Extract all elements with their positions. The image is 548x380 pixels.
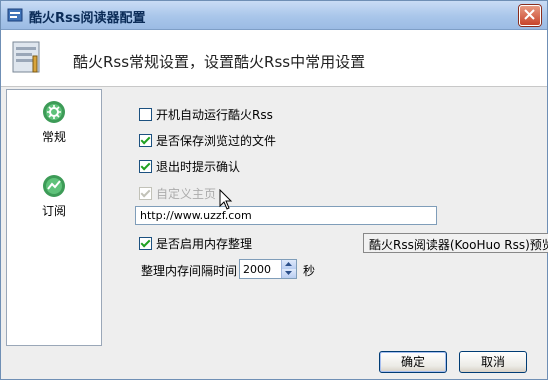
exit-confirm-checkbox[interactable] xyxy=(139,160,152,173)
custom-home-checkbox xyxy=(139,187,152,200)
close-button[interactable] xyxy=(519,5,541,26)
memory-interval-unit: 秒 xyxy=(303,264,316,278)
memory-cleanup-checkbox[interactable] xyxy=(139,237,152,250)
homepage-url-input[interactable] xyxy=(135,206,437,225)
chevron-down-icon xyxy=(285,271,292,275)
custom-home-label: 自定义主页 xyxy=(156,187,217,201)
memory-cleanup-label: 是否启用内存整理 xyxy=(156,237,253,251)
title-bar[interactable]: 酷火Rss阅读器配置 xyxy=(1,1,547,30)
close-icon xyxy=(524,9,535,20)
memory-interval-value[interactable]: 2000 xyxy=(243,263,271,276)
sidebar-item-general[interactable]: 常规 xyxy=(7,100,101,145)
settings-document-icon xyxy=(12,41,40,73)
gear-icon xyxy=(43,101,65,123)
autostart-label: 开机自动运行酷火Rss xyxy=(156,108,273,122)
save-history-label: 是否保存浏览过的文件 xyxy=(156,134,277,148)
header-banner: 酷火Rss常规设置，设置酷火Rss中常用设置 xyxy=(1,30,547,87)
memory-interval-stepper[interactable]: 2000 xyxy=(239,259,297,279)
app-icon xyxy=(7,8,23,22)
sidebar-item-label: 常规 xyxy=(41,130,66,144)
autostart-checkbox[interactable] xyxy=(139,108,152,121)
settings-dialog: 酷火Rss阅读器配置 酷火Rss常规设置，设置酷火Rss中常用设置 常规 订阅 … xyxy=(0,0,548,380)
sidebar: 常规 订阅 xyxy=(6,89,102,346)
exit-confirm-label: 退出时提示确认 xyxy=(156,160,241,174)
page-title: 酷火Rss常规设置，设置酷火Rss中常用设置 xyxy=(73,53,366,71)
tray-tooltip: 酷火Rss阅读器(KooHuo Rss)预览 xyxy=(363,233,548,253)
settings-panel: 开机自动运行酷火Rss 是否保存浏览过的文件 退出时提示确认 自定义主页 是否启… xyxy=(101,89,547,344)
save-history-option[interactable]: 是否保存浏览过的文件 xyxy=(139,132,276,148)
custom-home-option: 自定义主页 xyxy=(139,185,216,201)
spin-up-button[interactable] xyxy=(281,260,296,269)
autostart-option[interactable]: 开机自动运行酷火Rss xyxy=(139,106,273,122)
save-history-checkbox[interactable] xyxy=(139,134,152,147)
memory-interval-label: 整理内存间隔时间 xyxy=(141,264,238,278)
chevron-up-icon xyxy=(285,262,292,266)
sidebar-item-label: 订阅 xyxy=(41,204,66,218)
spin-down-button[interactable] xyxy=(281,269,296,278)
ok-button[interactable]: 确定 xyxy=(379,351,447,373)
feed-icon xyxy=(43,175,65,197)
sidebar-item-subscription[interactable]: 订阅 xyxy=(7,174,101,219)
cancel-button[interactable]: 取消 xyxy=(459,351,527,373)
window-title: 酷火Rss阅读器配置 xyxy=(29,11,146,26)
exit-confirm-option[interactable]: 退出时提示确认 xyxy=(139,158,240,174)
memory-cleanup-option[interactable]: 是否启用内存整理 xyxy=(139,235,252,251)
mouse-cursor-icon xyxy=(219,189,233,210)
